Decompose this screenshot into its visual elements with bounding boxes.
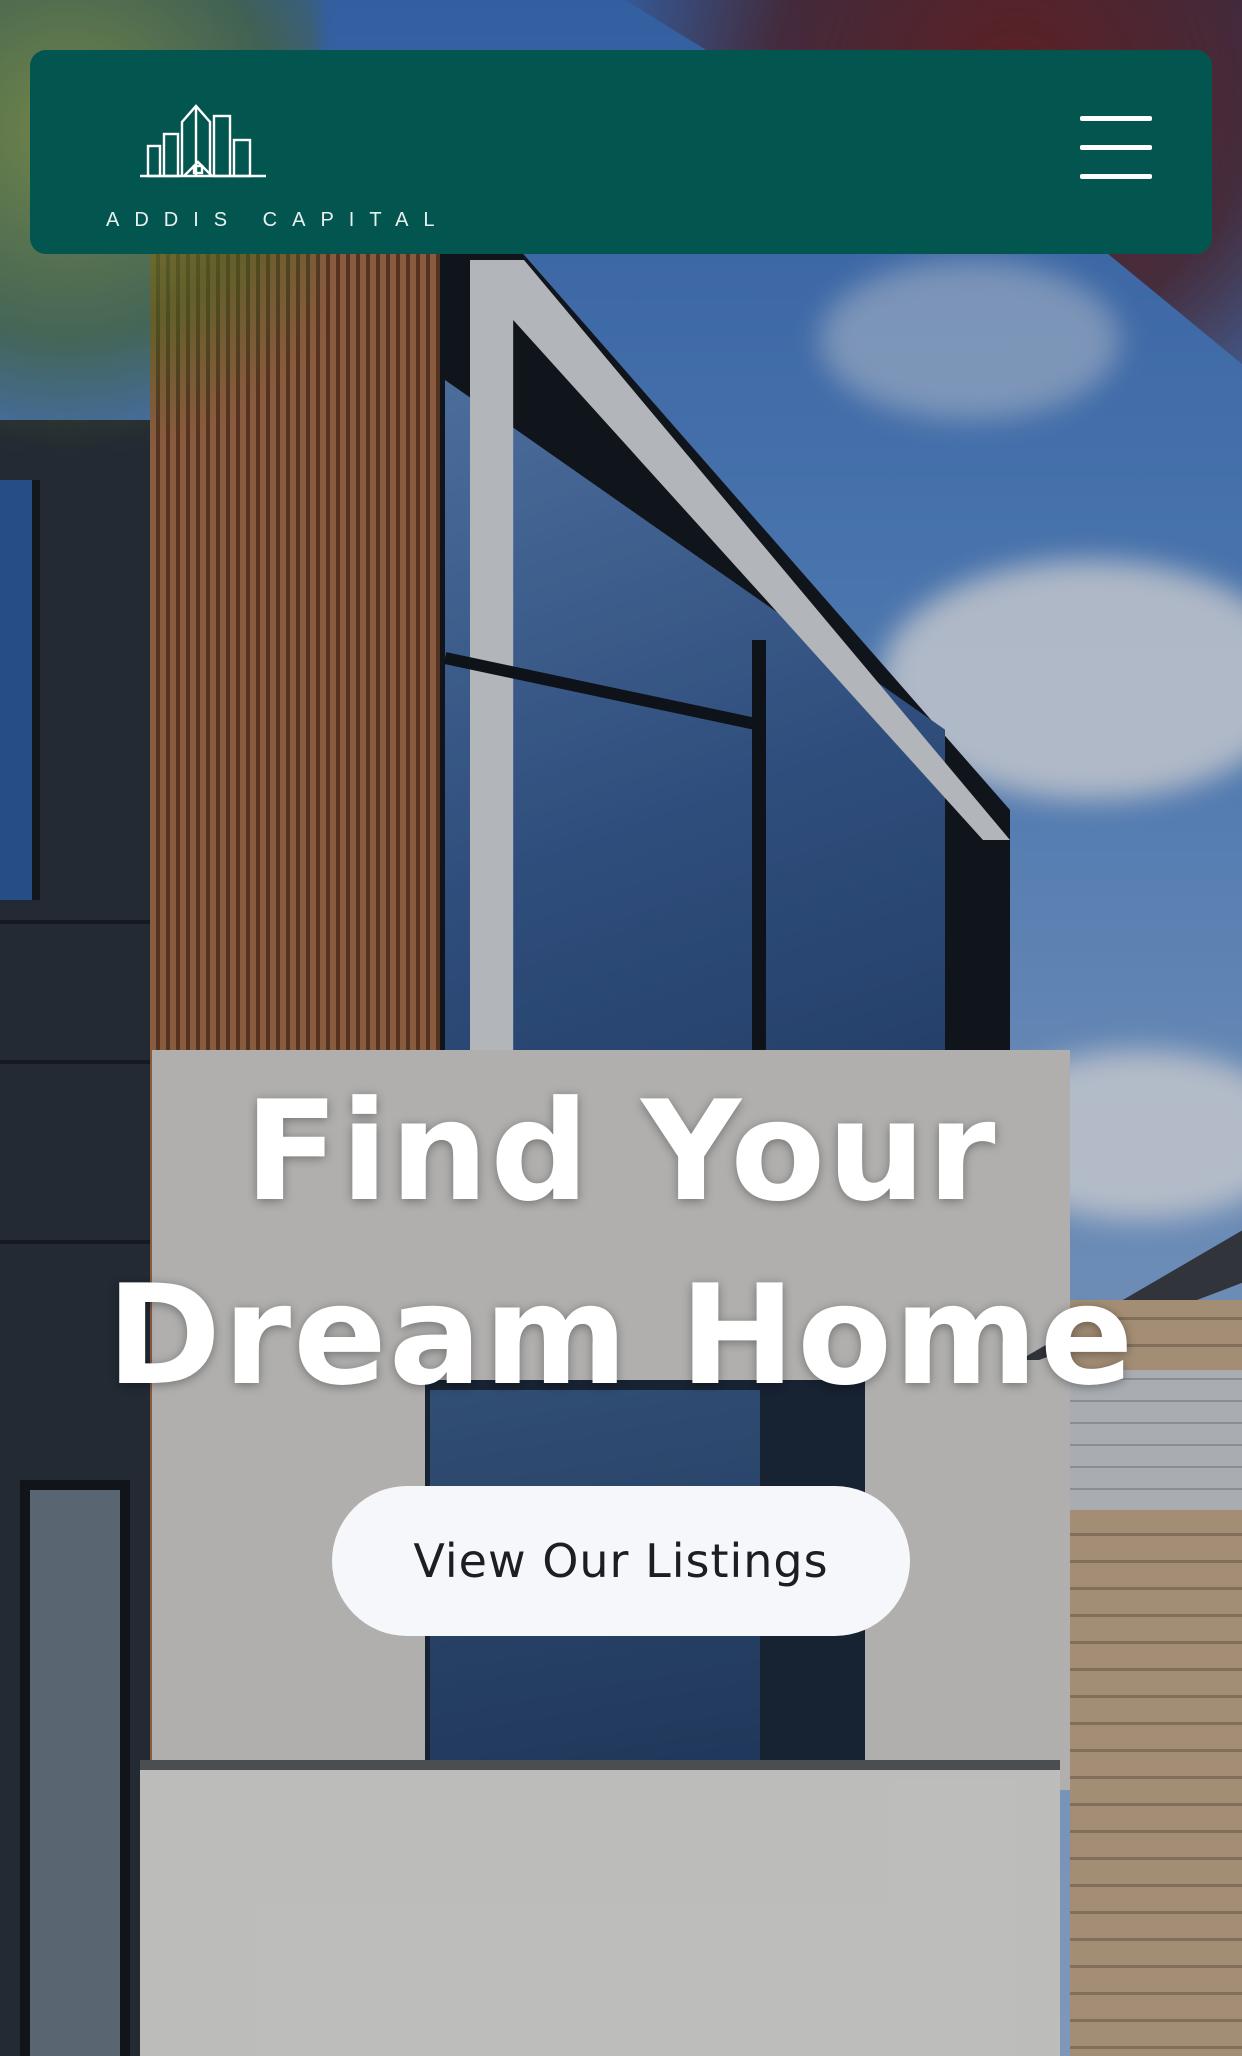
hero-title-line-1: Find Your	[244, 1071, 998, 1232]
view-listings-button[interactable]: View Our Listings	[332, 1486, 910, 1636]
hero-title-line-2: Dream Home	[106, 1255, 1136, 1416]
brand-logo[interactable]: ADDIS CAPITAL	[106, 100, 446, 231]
hero-background-image	[0, 0, 1242, 2056]
hero-title: Find Your Dream Home	[0, 1060, 1242, 1428]
brand-name: ADDIS CAPITAL	[106, 209, 450, 231]
hamburger-menu-icon[interactable]	[1080, 116, 1152, 182]
site-header: ADDIS CAPITAL	[30, 50, 1212, 254]
city-buildings-logo-icon	[140, 104, 266, 178]
